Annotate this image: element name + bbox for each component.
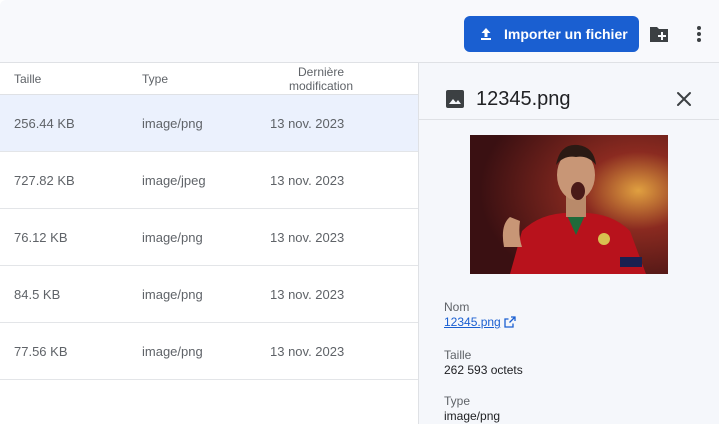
more-options-button[interactable] [688, 22, 710, 46]
file-date: 13 nov. 2023 [270, 173, 345, 188]
list-header: Taille Type Dernière modification [0, 63, 418, 95]
file-row[interactable]: 84.5 KB image/png 13 nov. 2023 [0, 266, 418, 323]
file-row[interactable]: 76.12 KB image/png 13 nov. 2023 [0, 209, 418, 266]
file-type: image/png [142, 116, 203, 131]
new-folder-button[interactable] [647, 22, 671, 46]
column-header-type[interactable]: Type [142, 72, 168, 86]
file-size: 256.44 KB [14, 116, 75, 131]
file-size: 84.5 KB [14, 287, 61, 302]
type-value: image/png [444, 409, 501, 423]
upload-file-label: Importer un fichier [504, 26, 628, 42]
details-header: 12345.png [419, 63, 719, 120]
file-type: image/jpeg [142, 173, 206, 188]
soccer-player-photo [470, 135, 668, 274]
file-list: Taille Type Dernière modification 256.44… [0, 63, 418, 424]
file-size: 727.82 KB [14, 173, 75, 188]
image-preview [470, 135, 668, 274]
file-row[interactable]: 727.82 KB image/jpeg 13 nov. 2023 [0, 152, 418, 209]
toolbar: Importer un fichier [0, 0, 719, 63]
column-header-size[interactable]: Taille [14, 72, 41, 86]
image-icon [446, 90, 464, 108]
upload-file-button[interactable]: Importer un fichier [464, 16, 639, 52]
file-date: 13 nov. 2023 [270, 287, 345, 302]
file-type: image/png [142, 230, 203, 245]
file-details-panel: 12345.png Nom 12345.png Taille 262 593 o… [418, 63, 719, 424]
more-vert-icon [697, 26, 701, 42]
file-date: 13 nov. 2023 [270, 344, 345, 359]
file-date: 13 nov. 2023 [270, 230, 345, 245]
type-label: Type [444, 394, 471, 408]
file-type: image/png [142, 287, 203, 302]
size-label: Taille [444, 348, 472, 362]
close-icon[interactable] [675, 90, 693, 108]
file-date: 13 nov. 2023 [270, 116, 345, 131]
open-in-new-icon [504, 316, 516, 328]
new-folder-icon [650, 27, 668, 42]
details-title: 12345.png [476, 88, 571, 110]
column-header-modified[interactable]: Dernière modification [268, 65, 374, 93]
file-row[interactable]: 77.56 KB image/png 13 nov. 2023 [0, 323, 418, 380]
file-type: image/png [142, 344, 203, 359]
file-name-value: 12345.png [444, 315, 501, 329]
name-label: Nom [444, 300, 470, 314]
file-row[interactable]: 256.44 KB image/png 13 nov. 2023 [0, 95, 418, 152]
file-name-link[interactable]: 12345.png [444, 315, 516, 329]
file-size: 76.12 KB [14, 230, 68, 245]
file-size: 77.56 KB [14, 344, 68, 359]
size-value: 262 593 octets [444, 363, 523, 377]
upload-icon [481, 28, 491, 40]
